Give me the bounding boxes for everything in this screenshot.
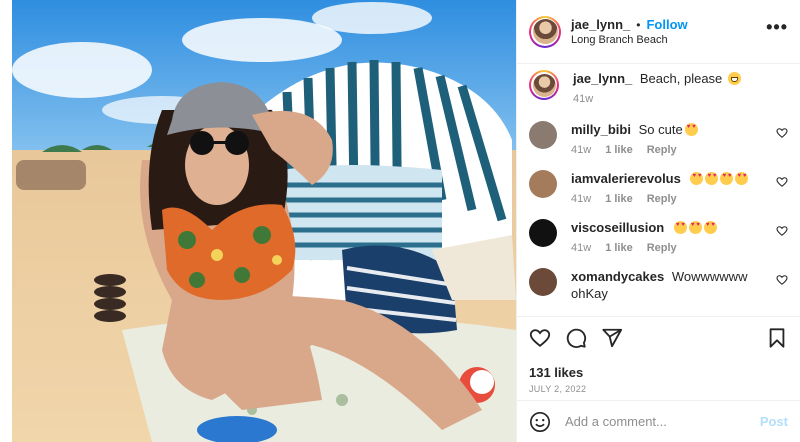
comment-text: So cute <box>638 122 683 137</box>
commenter-avatar[interactable] <box>529 121 557 149</box>
post-header: jae_lynn_ • Follow Long Branch Beach ••• <box>517 0 800 64</box>
action-bar: 131 likes JULY 2, 2022 <box>517 316 800 394</box>
reply-button[interactable]: Reply <box>647 242 677 254</box>
follow-button[interactable]: Follow <box>646 17 687 32</box>
commenter-username[interactable]: iamvalerierevolus <box>571 171 681 186</box>
commenter-username[interactable]: xomandycakes <box>571 269 664 284</box>
paper-plane-icon[interactable] <box>601 327 623 349</box>
comment-likes[interactable]: 1 like <box>605 193 633 205</box>
post-side-panel: jae_lynn_ • Follow Long Branch Beach •••… <box>516 0 800 442</box>
heart-eyes-emoji-icon <box>684 123 698 136</box>
caption-time[interactable]: 41w <box>573 93 593 105</box>
comment-bubble-icon[interactable] <box>565 327 587 349</box>
caption-avatar[interactable] <box>529 70 559 100</box>
heart-eyes-emoji-icon <box>735 172 749 185</box>
comment-row: iamvalerierevolus 41w 1 like Reply <box>529 170 788 205</box>
commenter-avatar[interactable] <box>529 170 557 198</box>
beach-photo-illustration <box>12 0 516 442</box>
post-comment-button[interactable]: Post <box>760 414 788 429</box>
smiley-icon[interactable] <box>529 411 551 433</box>
comment-row: viscoseillusion 41w 1 like Reply <box>529 219 788 254</box>
comment-likes[interactable]: 1 like <box>605 144 633 156</box>
comment-row: milly_bibi So cute 41w 1 like Reply <box>529 121 788 156</box>
author-avatar[interactable] <box>529 15 561 48</box>
comment-time[interactable]: 41w <box>571 193 591 205</box>
add-comment-bar: Post <box>517 400 800 442</box>
like-comment-heart-icon[interactable] <box>776 225 788 237</box>
comment-time[interactable]: 41w <box>571 144 591 156</box>
heart-outline-icon[interactable] <box>529 327 551 349</box>
commenter-avatar[interactable] <box>529 219 557 247</box>
caption-username[interactable]: jae_lynn_ <box>573 71 632 86</box>
caption: jae_lynn_ Beach, please 41w <box>529 70 788 105</box>
like-comment-heart-icon[interactable] <box>776 176 788 188</box>
author-username[interactable]: jae_lynn_ <box>571 17 630 32</box>
like-comment-heart-icon[interactable] <box>776 127 788 139</box>
comment-row: xomandycakes Wowwwwww ohKay <box>529 268 788 302</box>
heart-eyes-emoji-icon <box>703 221 717 234</box>
comment-time[interactable]: 41w <box>571 242 591 254</box>
commenter-username[interactable]: milly_bibi <box>571 122 631 137</box>
caption-text: Beach, please <box>639 71 723 86</box>
heart-eyes-emoji-icon <box>673 221 687 234</box>
like-comment-heart-icon[interactable] <box>776 274 788 286</box>
comment-input[interactable] <box>563 413 760 430</box>
likes-count[interactable]: 131 likes <box>529 365 788 380</box>
more-options-icon[interactable]: ••• <box>766 17 788 46</box>
comments-list[interactable]: jae_lynn_ Beach, please 41w milly_bibi S… <box>517 64 800 314</box>
reply-button[interactable]: Reply <box>647 193 677 205</box>
bookmark-icon[interactable] <box>766 327 788 349</box>
location-link[interactable]: Long Branch Beach <box>571 34 766 46</box>
commenter-avatar[interactable] <box>529 268 557 296</box>
comment-likes[interactable]: 1 like <box>605 242 633 254</box>
heart-eyes-emoji-icon <box>720 172 734 185</box>
separator-dot: • <box>636 17 641 32</box>
heart-eyes-emoji-icon <box>688 221 702 234</box>
post-photo[interactable] <box>12 0 516 442</box>
grin-emoji-icon <box>727 72 741 85</box>
reply-button[interactable]: Reply <box>647 144 677 156</box>
commenter-username[interactable]: viscoseillusion <box>571 220 664 235</box>
post-date: JULY 2, 2022 <box>529 384 587 394</box>
heart-eyes-emoji-icon <box>690 172 704 185</box>
heart-eyes-emoji-icon <box>705 172 719 185</box>
